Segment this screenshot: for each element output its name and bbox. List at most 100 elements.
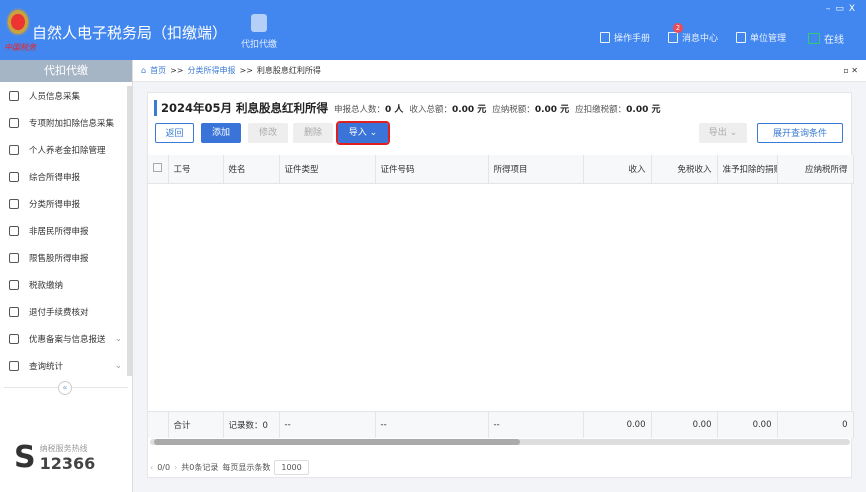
brand-logo-text: 中国税务 <box>4 43 36 52</box>
column-header[interactable]: 免税收入 <box>651 155 718 184</box>
menu-icon <box>9 306 19 317</box>
sidebar-item-label: 综合所得申报 <box>29 172 81 183</box>
tax-value: 0.00 元 <box>534 105 570 115</box>
footer-cell <box>148 411 169 438</box>
sidebar-item[interactable]: 人员信息采集 <box>0 82 132 109</box>
message-badge: 2 <box>673 23 683 33</box>
sidebar-item-label: 人员信息采集 <box>29 91 81 102</box>
back-button[interactable]: 返回 <box>155 123 194 143</box>
column-header[interactable]: 姓名 <box>223 155 280 184</box>
sidebar-item[interactable]: 优惠备案与信息报送 ⌄ <box>0 325 132 352</box>
chevron-down-icon: ⌄ <box>114 333 122 344</box>
monitor-check-icon <box>808 33 820 44</box>
sidebar-scrollbar[interactable] <box>127 86 132 376</box>
next-page-icon[interactable]: › <box>174 463 177 472</box>
expand-query-button[interactable]: 展开查询条件 <box>757 123 843 143</box>
menu-icon <box>9 144 19 155</box>
menu-icon <box>9 90 19 101</box>
sidebar-item[interactable]: 个人养老金扣除管理 <box>0 136 132 163</box>
headset-icon: S <box>14 440 36 475</box>
sidebar-item-label: 专项附加扣除信息采集 <box>29 118 115 129</box>
page-size-input[interactable]: 1000 <box>274 460 309 475</box>
prev-page-icon[interactable]: ‹ <box>150 463 153 472</box>
footer-cell: -- <box>488 411 584 438</box>
window-controls[interactable]: –▭X <box>826 4 860 14</box>
column-header[interactable]: 证件号码 <box>375 155 489 184</box>
wallet-icon <box>251 14 267 32</box>
sidebar-item[interactable]: 限售股所得申报 <box>0 244 132 271</box>
tab-controls[interactable]: ▫ ✕ <box>843 66 858 75</box>
footer-cell: 合计 <box>168 411 224 438</box>
sidebar-item[interactable]: 查询统计 ⌄ <box>0 352 132 379</box>
select-all-checkbox[interactable] <box>148 155 169 184</box>
breadcrumb-home[interactable]: 首页 <box>150 65 166 76</box>
breadcrumb-current: 利息股息红利所得 <box>256 66 321 75</box>
sidebar-item[interactable]: 退付手续费核对 <box>0 298 132 325</box>
import-label: 导入 <box>348 128 367 138</box>
income-value: 0.00 元 <box>451 105 487 115</box>
footer-cell: -- <box>375 411 489 438</box>
add-button[interactable]: 添加 <box>201 123 241 143</box>
unit-management-link[interactable]: 单位管理 <box>736 31 786 44</box>
sidebar-header: 代扣代缴 <box>0 60 132 82</box>
manual-link[interactable]: 操作手册 <box>600 31 650 44</box>
mail-icon: 2 <box>668 23 683 43</box>
data-table: 工号姓名证件类型证件号码所得项目收入免税收入准予扣除的捐赠额应纳税所得 <box>148 155 854 184</box>
horizontal-scrollbar[interactable] <box>150 439 850 445</box>
column-header[interactable]: 证件类型 <box>279 155 376 184</box>
edit-button[interactable]: 修改 <box>248 123 288 143</box>
sidebar-item[interactable]: 非居民所得申报 <box>0 217 132 244</box>
sidebar-item[interactable]: 综合所得申报 <box>0 163 132 190</box>
column-header[interactable]: 应纳税所得 <box>777 155 854 184</box>
sidebar-item-label: 优惠备案与信息报送 <box>29 334 106 345</box>
footer-cell: 0 <box>777 411 854 438</box>
scrollbar-thumb[interactable] <box>154 439 520 445</box>
export-label: 导出 <box>708 128 727 138</box>
home-icon: ⌂ <box>141 66 147 75</box>
message-center-link[interactable]: 2 消息中心 <box>668 23 718 44</box>
hotline-number: 12366 <box>39 453 96 473</box>
sidebar-item-label: 非居民所得申报 <box>29 226 89 237</box>
module-tab-label: 代扣代缴 <box>240 40 277 50</box>
menu-icon <box>9 225 19 236</box>
withhold-label: 应扣缴税额： <box>575 105 627 115</box>
sidebar-item[interactable]: 专项附加扣除信息采集 <box>0 109 132 136</box>
column-header[interactable]: 收入 <box>583 155 652 184</box>
online-label: 在线 <box>824 35 844 46</box>
app-title: 自然人电子税务局（扣缴端） <box>32 24 228 42</box>
title-bar: 中国税务 自然人电子税务局（扣缴端） 代扣代缴 操作手册 2 消息中心 单位管理 … <box>0 0 866 60</box>
sidebar-item-label: 退付手续费核对 <box>29 307 89 318</box>
module-tab-withholding[interactable]: 代扣代缴 <box>236 14 282 50</box>
breadcrumb: ⌂ 首页 >> 分类所得申报 >> 利息股息红利所得 <box>133 60 866 82</box>
unit-label: 单位管理 <box>750 34 787 44</box>
column-header[interactable]: 所得项目 <box>488 155 584 184</box>
footer-cell: 记录数：0 <box>223 411 280 438</box>
footer-cell: -- <box>279 411 376 438</box>
delete-button[interactable]: 删除 <box>293 123 333 143</box>
collapse-sidebar-button[interactable]: « <box>58 381 72 395</box>
page-size-label: 每页显示条数 <box>222 463 271 472</box>
hotline: S 纳税服务热线 12366 <box>14 440 95 475</box>
page-title: 2024年05月 利息股息红利所得 <box>161 101 329 115</box>
table-footer: 合计 记录数：0 -- -- -- 0.00 0.00 0.00 0 <box>148 411 854 438</box>
total-records: 共0条记录 <box>181 463 219 472</box>
chevron-down-icon: ⌄ <box>729 128 738 138</box>
sidebar-item-label: 分类所得申报 <box>29 199 81 210</box>
breadcrumb-parent[interactable]: 分类所得申报 <box>187 65 235 76</box>
export-button[interactable]: 导出 ⌄ <box>699 123 747 143</box>
main-area: ⌂ 首页 >> 分类所得申报 >> 利息股息红利所得 ▫ ✕ 2024年05月 … <box>133 60 866 492</box>
footer-cell: 0.00 <box>717 411 778 438</box>
manual-icon <box>600 32 610 43</box>
column-header[interactable]: 准予扣除的捐赠额 <box>717 155 778 184</box>
sidebar-item[interactable]: 税款缴纳 <box>0 271 132 298</box>
column-header[interactable]: 工号 <box>168 155 224 184</box>
chevron-down-icon: ⌄ <box>369 128 378 138</box>
sidebar-item[interactable]: 分类所得申报 <box>0 190 132 217</box>
menu-icon <box>9 252 19 263</box>
page-indicator: 0/0 <box>157 463 171 472</box>
sidebar-item-label: 限售股所得申报 <box>29 253 89 264</box>
import-button[interactable]: 导入 ⌄ <box>336 121 390 145</box>
online-status[interactable]: 在线 <box>808 31 844 46</box>
footer-cell: 0.00 <box>583 411 652 438</box>
menu-icon <box>9 171 19 182</box>
